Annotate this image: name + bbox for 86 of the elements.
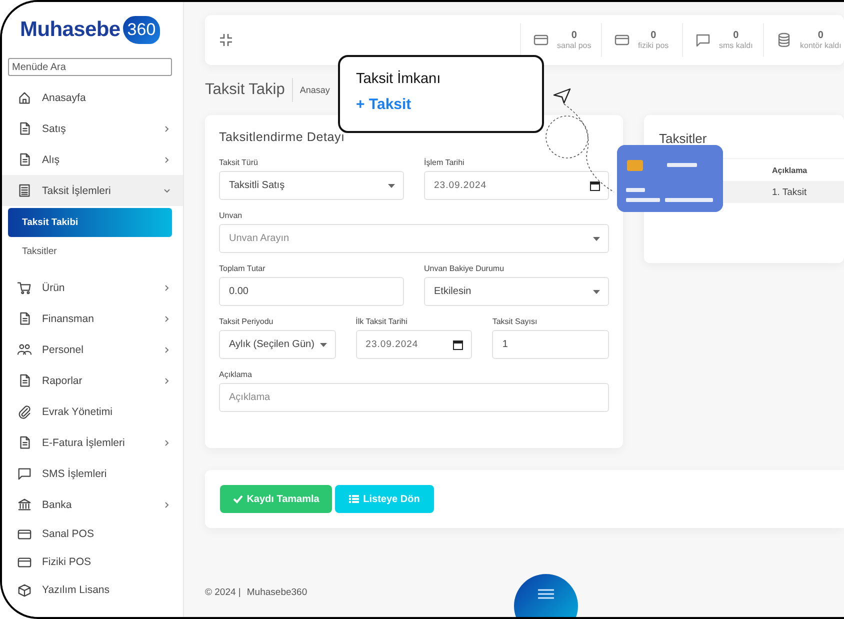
sidebar-item[interactable]: Satış	[2, 113, 183, 144]
card-icon	[17, 554, 32, 570]
sidebar-item[interactable]: Ürün	[2, 272, 183, 303]
list-icon	[349, 494, 360, 504]
card-icon	[614, 32, 630, 48]
input-field[interactable]: 0.00	[219, 277, 404, 306]
logo-wordmark: Muhasebe	[20, 18, 120, 42]
chat-bubble-icon	[17, 466, 32, 481]
sidebar-item[interactable]: Evrak Yönetimi	[2, 396, 183, 427]
card-icon	[533, 32, 549, 48]
sidebar-item[interactable]: Alış	[2, 144, 183, 175]
document-icon	[17, 121, 32, 136]
sidebar-item[interactable]: Raporlar	[2, 365, 183, 396]
stat-label: sanal pos	[557, 41, 592, 50]
chat-bubble-icon	[695, 32, 711, 48]
input-field[interactable]: 1	[492, 330, 609, 359]
sidebar-item[interactable]: Anasayfa	[2, 82, 183, 113]
dropdown-caret-icon	[593, 290, 600, 294]
dropdown-field[interactable]: Etkilesin	[424, 277, 609, 306]
field-label: Açıklama	[219, 370, 253, 379]
sidebar-item[interactable]: E-Fatura İşlemleri	[2, 427, 183, 458]
date-field[interactable]: 23.09.2024	[356, 330, 472, 359]
date-field[interactable]: 23.09.2024	[424, 171, 609, 200]
field-label: Unvan Bakiye Durumu	[424, 264, 506, 273]
field-label: Taksit Sayısı	[492, 317, 538, 326]
field-label: Taksit Türü	[219, 158, 259, 167]
stat-label: sms kaldı	[719, 41, 753, 50]
dropdown-field[interactable]: Unvan Arayın	[219, 224, 609, 253]
field-label: İlk Taksit Tarihi	[356, 317, 408, 326]
cart-icon	[17, 280, 32, 295]
sidebar-item[interactable]: SMS İşlemleri	[2, 458, 183, 489]
stat-value: 0	[818, 30, 824, 41]
input-field[interactable]: Açıklama	[219, 383, 609, 412]
database-icon	[776, 32, 792, 48]
dropdown-caret-icon	[593, 236, 600, 240]
menu-icon	[537, 588, 555, 600]
sidebar-item[interactable]: Personel	[2, 334, 183, 365]
stat-label: kontör kaldı	[800, 41, 842, 50]
card-icon	[17, 526, 32, 542]
stat-value: 0	[571, 30, 577, 41]
document-icon	[17, 311, 32, 326]
field-label: Toplam Tutar	[219, 264, 266, 273]
stat-value: 0	[733, 30, 739, 41]
table-cell: 1. Taksit	[772, 186, 807, 198]
paperclip-icon	[17, 404, 32, 419]
people-icon	[17, 342, 32, 357]
compress-icon[interactable]	[219, 33, 233, 47]
paper-plane-icon	[553, 87, 571, 105]
sidebar-item[interactable]: Yazılım Lisans	[2, 576, 183, 604]
document-icon	[17, 373, 32, 388]
menu-search-field[interactable]: Menüde Ara	[8, 58, 172, 76]
dropdown-field[interactable]: Taksitli Satış	[219, 171, 404, 200]
document-icon	[17, 152, 32, 167]
calendar-icon	[590, 180, 600, 190]
sidebar-item[interactable]: Sanal POS	[2, 520, 183, 548]
sidebar-item[interactable]: Fiziki POS	[2, 548, 183, 576]
footer-brand: Muhasebe360	[246, 587, 308, 598]
stat-label: fiziki pos	[638, 41, 669, 50]
sidebar-subitem[interactable]: Taksit Takibi	[8, 208, 172, 237]
dropdown-caret-icon	[320, 342, 327, 346]
home-icon	[17, 90, 32, 105]
document-icon	[17, 435, 32, 450]
box-icon	[17, 582, 32, 598]
card-title: Taksitler	[658, 131, 708, 146]
column-header: Açıklama	[772, 166, 808, 174]
add-installment-link[interactable]: + Taksit	[356, 96, 542, 113]
breadcrumb-link[interactable]: Anasay	[300, 85, 330, 95]
sidebar-item[interactable]: Taksit İşlemleri	[2, 175, 183, 206]
ledger-icon	[17, 183, 32, 198]
field-label: İşlem Tarihi	[424, 158, 466, 167]
sidebar-item[interactable]: Finansman	[2, 303, 183, 334]
field-label: Unvan	[219, 211, 244, 220]
sidebar-item[interactable]: Banka	[2, 489, 183, 520]
card-title: Taksitlendirme Detayı	[219, 130, 346, 144]
dropdown-caret-icon	[388, 184, 395, 188]
page-title: Taksit Takip	[205, 81, 285, 99]
dropdown-field[interactable]: Aylık (Seçilen Gün)	[219, 330, 336, 359]
calendar-icon	[453, 340, 464, 350]
copyright-text: © 2024 |	[205, 587, 241, 598]
callout-title: Taksit İmkanı	[356, 71, 442, 87]
bank-icon	[17, 497, 32, 512]
field-label: Taksit Periyodu	[219, 317, 274, 326]
check-icon	[232, 494, 243, 504]
stat-value: 0	[650, 30, 656, 41]
sidebar-subitem[interactable]: Taksitler	[8, 237, 172, 266]
logo-badge: 360	[123, 16, 160, 44]
